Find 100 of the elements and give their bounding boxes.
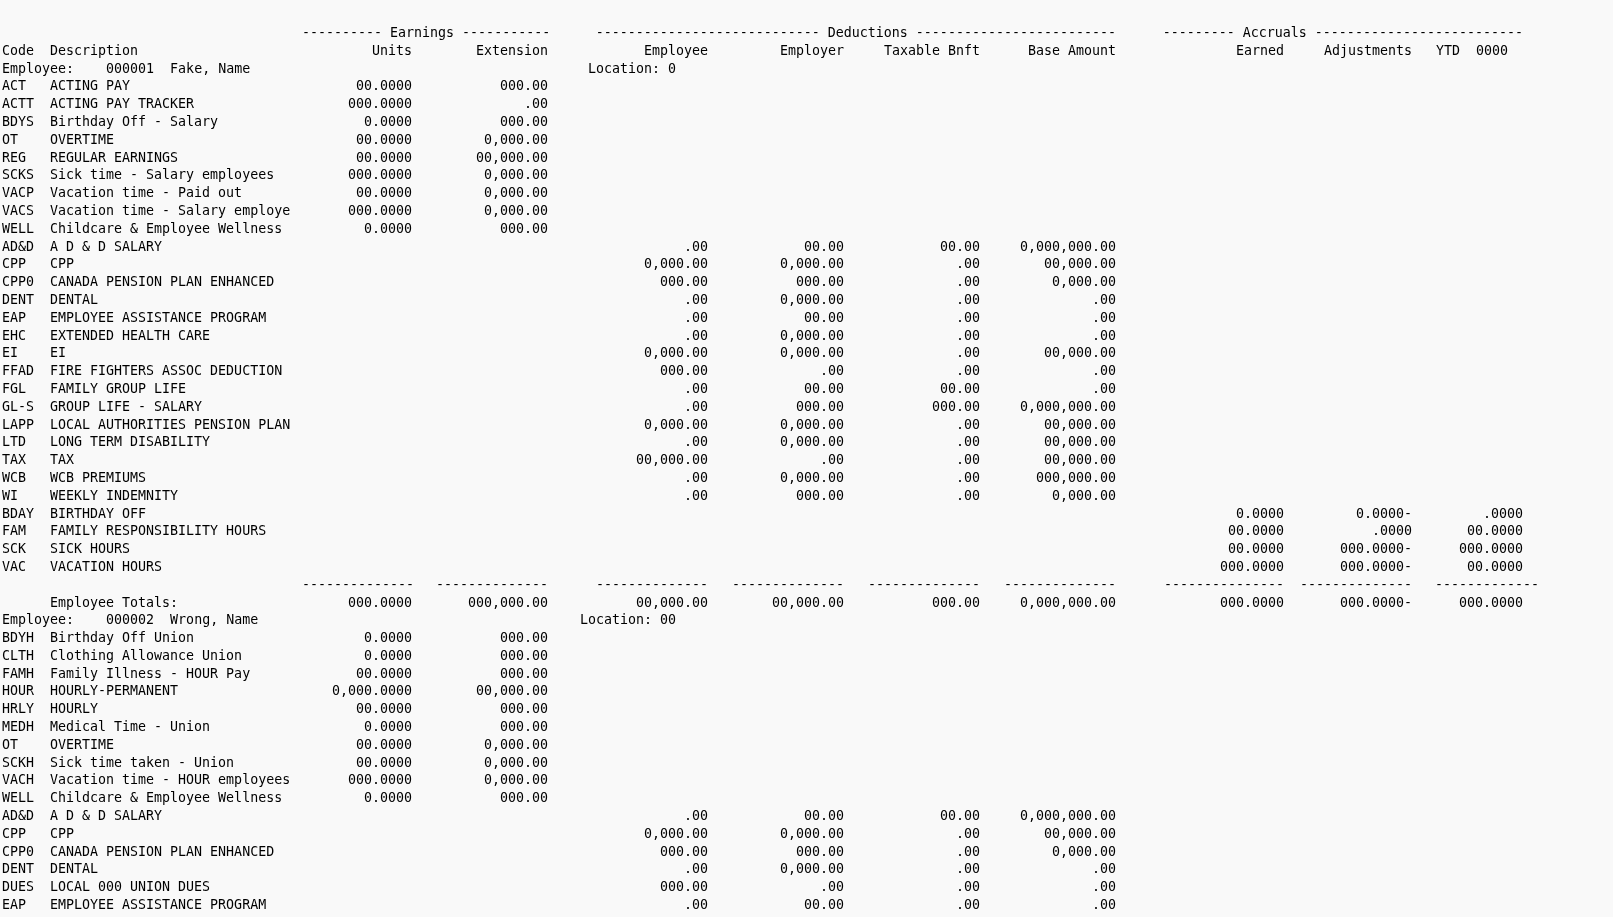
amount-cell-text: 000.0000 <box>346 166 412 185</box>
code-cell-text: BDYH <box>2 629 36 647</box>
amount-cell-text: 0,000.00 <box>1050 486 1116 505</box>
description-cell-text: LONG TERM DISABILITY <box>50 433 212 452</box>
amount-cell-text: .00 <box>954 326 980 345</box>
amount-cell-text: 0,000.00 <box>778 415 844 434</box>
description-cell-text: Birthday Off - Salary <box>50 113 220 131</box>
amount-cell-text: 000.00 <box>498 789 548 808</box>
code-cell-text: VAC <box>2 557 28 576</box>
amount-cell-text: 0,000.00 <box>482 166 548 185</box>
amount-cell-text: .00 <box>818 362 844 380</box>
column-header: YTD 0000 <box>1434 41 1509 60</box>
description-cell-text: Childcare & Employee Wellness <box>50 789 284 808</box>
amount-cell-text: .00 <box>954 468 980 487</box>
code-cell-text: WELL <box>2 789 36 808</box>
amount-cell-text: 000.00 <box>658 273 708 291</box>
amount-cell-text: 00.0000 <box>354 753 412 772</box>
description-cell-text: LOCAL 000 UNION DUES <box>50 878 212 897</box>
code-cell-text: BDYS <box>2 113 36 131</box>
amount-cell-text: 00.00 <box>938 807 980 825</box>
amount-cell-text: 0,000.0000 <box>330 682 412 701</box>
amount-cell-text: 0,000.00 <box>642 255 708 274</box>
code-cell-text: SCK <box>2 540 28 558</box>
section-heading: ---------- Earnings ----------- <box>302 24 548 42</box>
code-cell-text: HRLY <box>2 700 36 719</box>
amount-cell-text: 0,000.00 <box>482 735 548 754</box>
code-cell-text: ACTT <box>2 95 36 113</box>
dash-rule: -------------- <box>1298 575 1412 594</box>
amount-cell-text: 00.00 <box>938 379 980 398</box>
amount-cell-text: .00 <box>682 468 708 487</box>
amount-cell-text: .00 <box>954 896 980 914</box>
code-cell-text: OT <box>2 130 19 149</box>
code-cell-text: SCKS <box>2 166 36 185</box>
amount-cell-text: 0,000.00 <box>642 344 708 363</box>
column-header: Code <box>2 41 36 60</box>
amount-cell-text: .00 <box>954 878 980 897</box>
amount-cell-text: 0,000.00 <box>778 860 844 879</box>
amount-cell-text: .00 <box>954 362 980 380</box>
description-cell-text: A D & D SALARY <box>50 237 164 256</box>
code-cell-text: MEDH <box>2 718 36 736</box>
amount-cell-text: .00 <box>682 308 708 327</box>
description-cell-text: DENTAL <box>50 290 100 309</box>
amount-cell-text: .00 <box>1090 896 1116 914</box>
dash-rule: --------------- <box>1162 575 1284 594</box>
amount-cell-text: 0,000.00 <box>482 184 548 202</box>
code-cell-text: SCKH <box>2 753 36 772</box>
amount-cell-text: .00 <box>954 824 980 843</box>
amount-cell-text: 00,000.00 <box>474 682 548 701</box>
dash-rule: -------------- <box>866 575 980 594</box>
amount-cell-text: 000.00 <box>498 700 548 719</box>
amount-cell-text: 000.0000- <box>1338 557 1412 576</box>
description-cell-text: REGULAR EARNINGS <box>50 148 180 167</box>
amount-cell-text: 0,000.00 <box>778 290 844 309</box>
amount-cell-text: 000.00 <box>498 718 548 736</box>
amount-cell-text: 000.0000 <box>346 95 412 113</box>
amount-cell-text: 0.0000 <box>362 629 412 647</box>
description-cell-text: Sick time taken - Union <box>50 753 236 772</box>
amount-cell-text: 00.00 <box>802 379 844 398</box>
amount-cell-text: 00.00 <box>802 237 844 256</box>
amount-cell-text: 0.0000 <box>362 789 412 808</box>
description-cell-text: Childcare & Employee Wellness <box>50 219 284 238</box>
code-cell-text: CPP <box>2 255 28 274</box>
column-header: Units <box>370 41 412 60</box>
amount-cell-text: 00,000.00 <box>1042 344 1116 363</box>
code-cell-text: CPP <box>2 824 28 843</box>
code-cell-text: DENT <box>2 290 36 309</box>
amount-cell-text: 000,000.00 <box>1034 468 1116 487</box>
dash-rule: -------------- <box>594 575 708 594</box>
amount-cell-text: 000.00 <box>794 486 844 505</box>
amount-cell-text: .00 <box>954 433 980 452</box>
amount-cell-text: .00 <box>954 860 980 879</box>
description-cell-text: LOCAL AUTHORITIES PENSION PLAN <box>50 415 292 434</box>
code-cell-text: FGL <box>2 379 28 398</box>
amount-cell-text: .00 <box>682 326 708 345</box>
amount-cell-text: .00 <box>818 451 844 469</box>
description-cell-text: Family Illness - HOUR Pay <box>50 664 252 683</box>
description-cell-text: FAMILY RESPONSIBILITY HOURS <box>50 522 268 541</box>
description-cell-text: Vacation time - HOUR employees <box>50 771 292 790</box>
description-cell-text: BIRTHDAY OFF <box>50 504 148 523</box>
description-cell-text: CANADA PENSION PLAN ENHANCED <box>50 842 276 861</box>
description-cell-text: Vacation time - Paid out <box>50 184 244 202</box>
description-cell-text: A D & D SALARY <box>50 807 164 825</box>
dash-rule: ------------- <box>1433 575 1539 594</box>
code-cell-text: REG <box>2 148 28 167</box>
description-cell-text: Medical Time - Union <box>50 718 212 736</box>
amount-cell-text: 000.00 <box>794 397 844 416</box>
column-header: Description <box>50 41 140 60</box>
description-cell-text: Clothing Allowance Union <box>50 646 244 665</box>
amount-cell-text: .00 <box>1090 326 1116 345</box>
amount-cell-text: 00.0000 <box>1465 557 1524 576</box>
amount-cell-text: 00,000.00 <box>634 593 708 612</box>
amount-cell-text: .00 <box>682 860 708 879</box>
description-cell-text: ACTING PAY TRACKER <box>50 95 196 113</box>
description-cell-text: CPP <box>50 824 76 843</box>
amount-cell-text: 00,000.00 <box>770 593 844 612</box>
code-cell-text: WI <box>2 486 19 505</box>
code-cell-text: VACH <box>2 771 36 790</box>
description-cell-text: EMPLOYEE ASSISTANCE PROGRAM <box>50 896 268 914</box>
amount-cell-text: .00 <box>1090 290 1116 309</box>
amount-cell-text: 00.0000 <box>1465 522 1524 541</box>
